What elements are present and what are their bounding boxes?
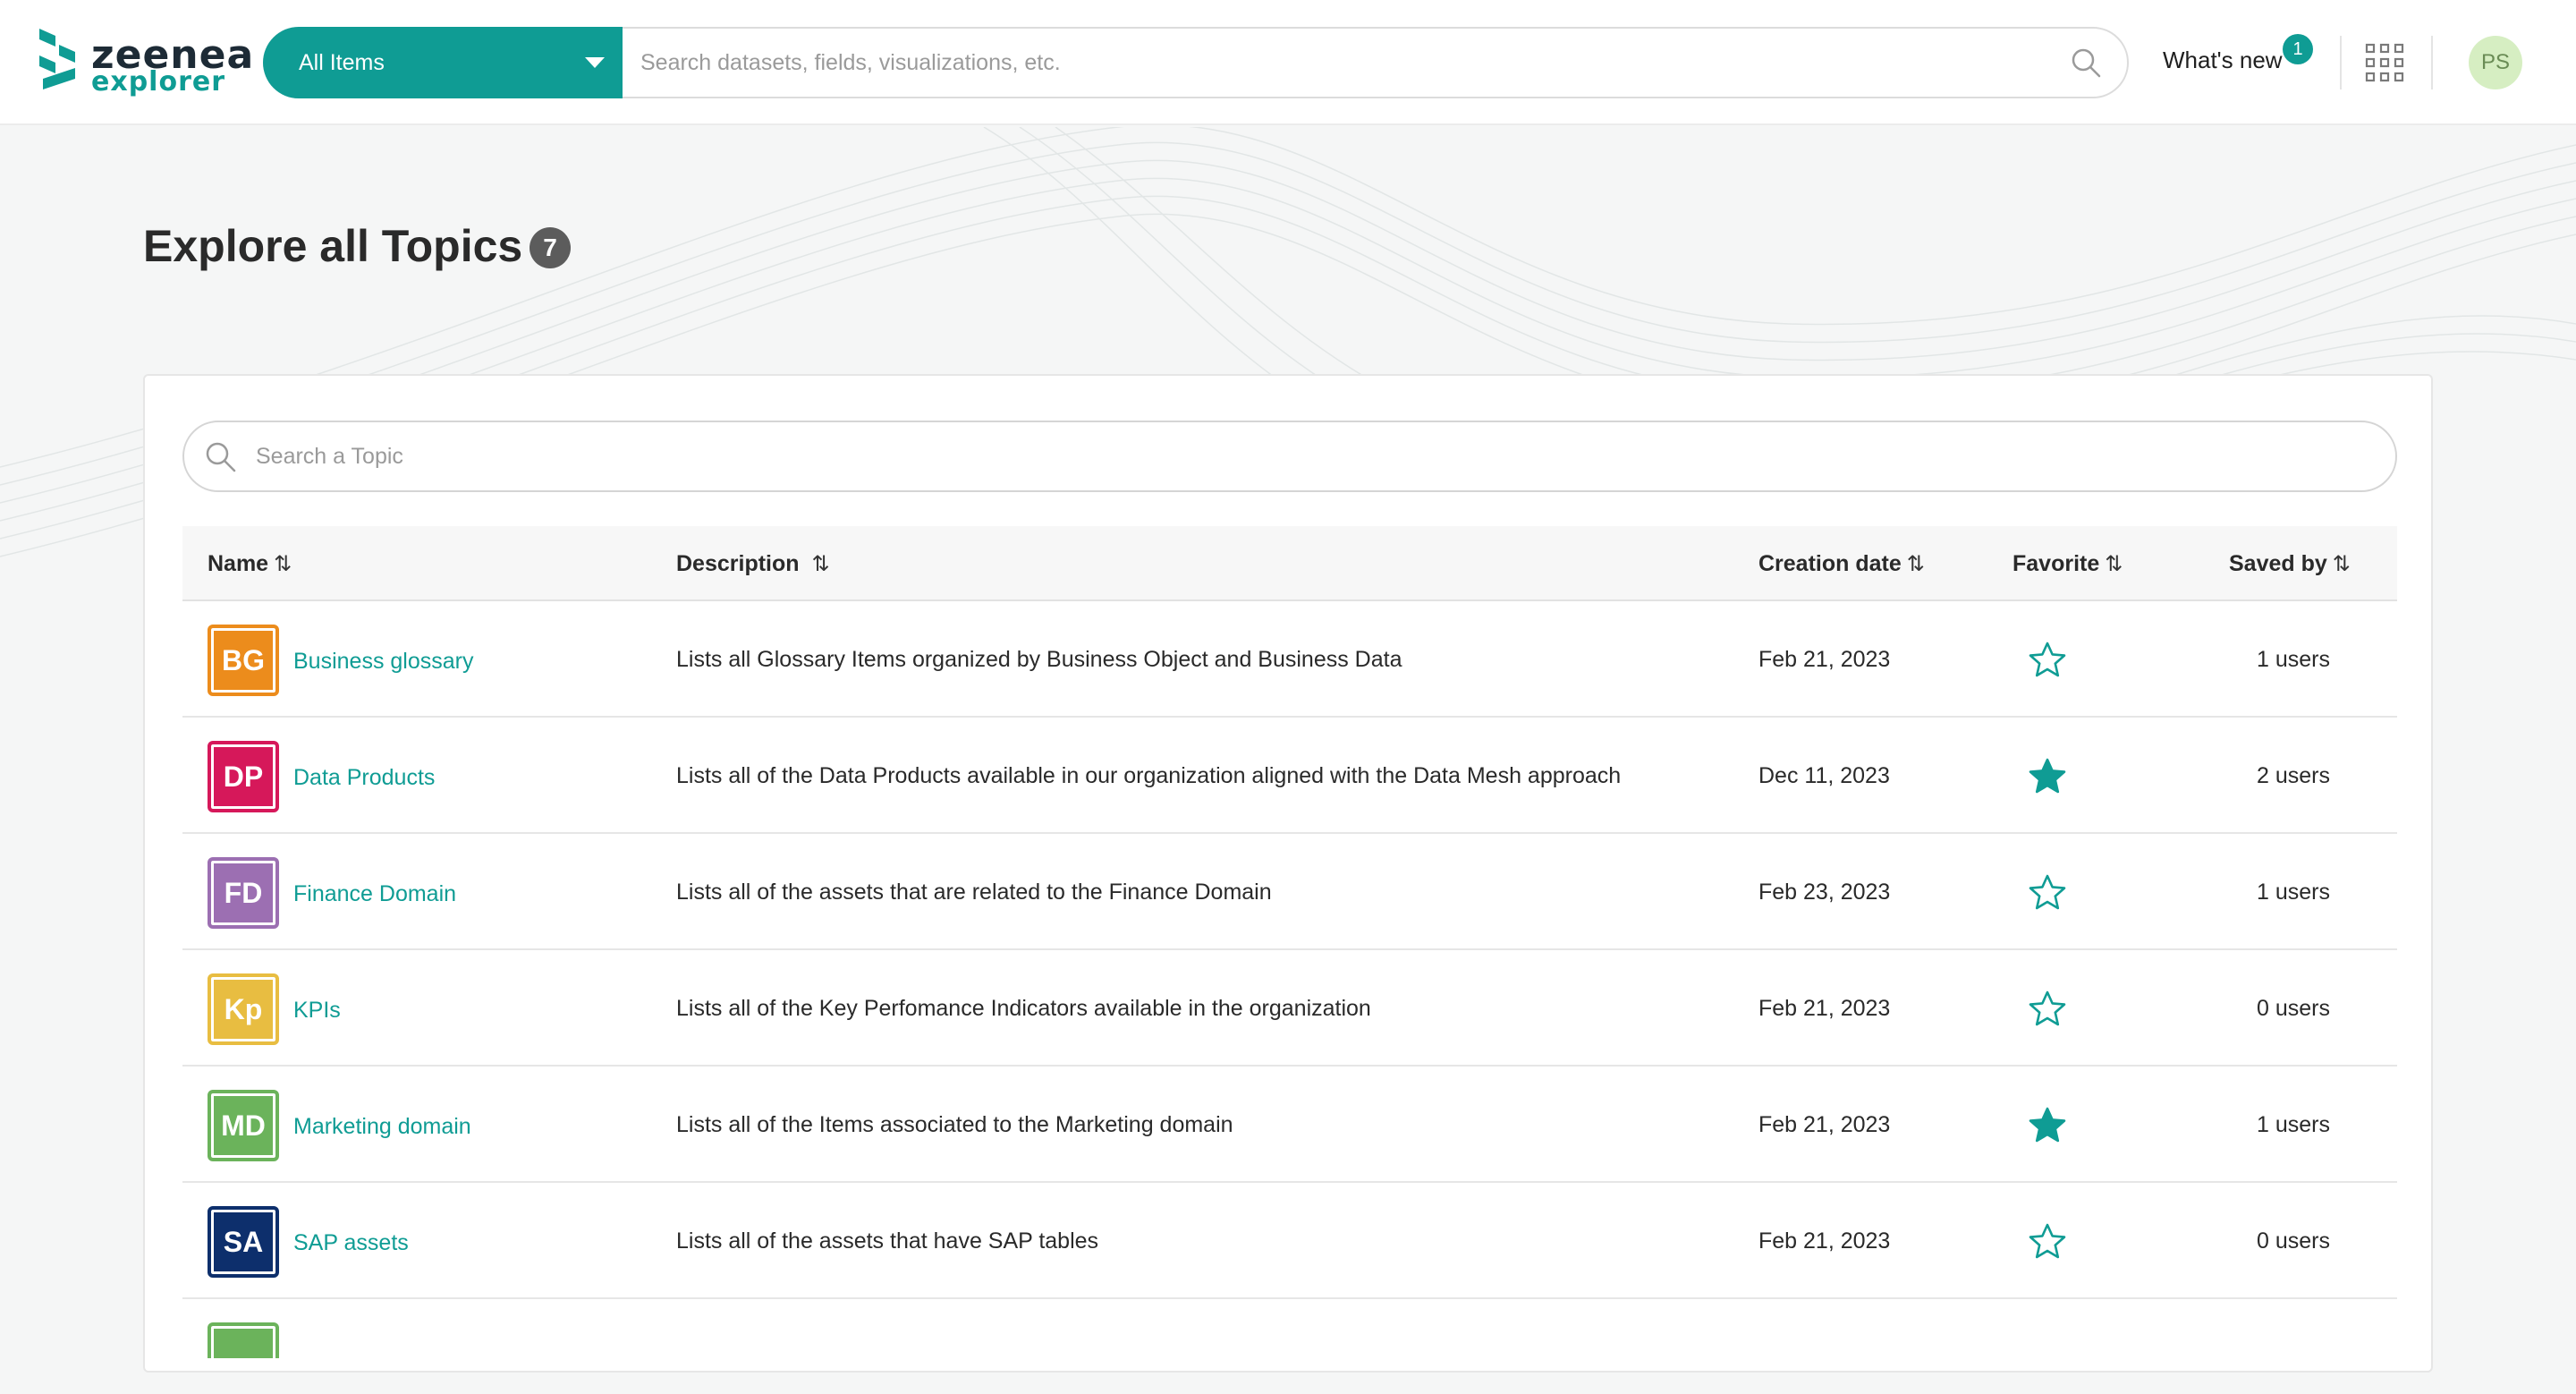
topic-name-link[interactable]: Finance Domain	[293, 834, 456, 950]
zeenea-logo-icon	[39, 29, 75, 89]
search-icon	[206, 442, 236, 472]
global-search-bar: All Items	[263, 27, 2129, 98]
table-row[interactable]: Kp KPIs Lists all of the Key Perfomance …	[182, 950, 2397, 1067]
favorite-star-icon[interactable]	[2029, 642, 2066, 679]
saved-by-count: 0 users	[2257, 1228, 2330, 1254]
topic-name-link[interactable]: Data Products	[293, 718, 435, 834]
favorite-star-icon[interactable]	[2029, 1223, 2066, 1261]
column-label: Name	[208, 551, 269, 576]
topic-description: Lists all of the assets that are related…	[676, 880, 1272, 905]
header-divider	[2340, 36, 2342, 89]
topic-description: Lists all of the Items associated to the…	[676, 1112, 1233, 1137]
sort-icon[interactable]: ⇅	[2105, 552, 2123, 576]
topic-creation-date: Feb 21, 2023	[1758, 996, 1891, 1021]
sort-icon[interactable]: ⇅	[2333, 552, 2351, 576]
zeenea-explorer-logo[interactable]: zeenea explorer	[39, 27, 253, 98]
sort-icon[interactable]: ⇅	[1907, 552, 1925, 576]
column-label: Saved by	[2229, 551, 2327, 576]
topic-initials-tile	[208, 1322, 279, 1358]
topic-description: Lists all of the assets that have SAP ta…	[676, 1228, 1099, 1254]
apps-grid-icon[interactable]	[2365, 43, 2404, 82]
search-icon[interactable]	[2070, 47, 2102, 79]
topic-initials-tile: Kp	[208, 973, 279, 1045]
topic-search-input[interactable]	[256, 422, 2313, 490]
top-bar: zeenea explorer All Items What's new 1 P…	[0, 0, 2576, 125]
table-row[interactable]: SA SAP assets Lists all of the assets th…	[182, 1183, 2397, 1299]
search-scope-label: All Items	[299, 50, 385, 75]
favorite-star-icon[interactable]	[2029, 758, 2066, 795]
topics-panel: Name⇅ Description⇅ Creation date⇅ Favori…	[143, 374, 2433, 1373]
column-label: Description	[676, 551, 800, 576]
topic-description: Lists all of the Data Products available…	[676, 763, 1622, 788]
topic-name-link[interactable]: SAP assets	[293, 1183, 409, 1299]
topics-table-body: BG Business glossary Lists all Glossary …	[182, 601, 2397, 1358]
saved-by-count: 2 users	[2257, 763, 2330, 788]
topic-name-link[interactable]: Marketing domain	[293, 1067, 471, 1183]
whats-new-badge: 1	[2283, 34, 2313, 64]
table-row[interactable]: MD Marketing domain Lists all of the Ite…	[182, 1067, 2397, 1183]
saved-by-count: 0 users	[2257, 996, 2330, 1021]
search-scope-dropdown[interactable]: All Items	[263, 27, 623, 98]
column-label: Creation date	[1758, 551, 1902, 576]
column-header-saved-by[interactable]: Saved by ⇅	[2229, 526, 2351, 601]
page-title: Explore all Topics	[143, 221, 523, 271]
saved-by-count: 1 users	[2257, 880, 2330, 905]
favorite-star-icon[interactable]	[2029, 990, 2066, 1028]
topic-creation-date: Feb 21, 2023	[1758, 1112, 1891, 1137]
column-label: Favorite	[2012, 551, 2100, 576]
column-header-creation-date[interactable]: Creation date ⇅	[1758, 526, 1925, 601]
header-divider	[2431, 36, 2433, 89]
topic-name-link[interactable]: KPIs	[293, 950, 341, 1067]
saved-by-count: 1 users	[2257, 647, 2330, 672]
column-header-name[interactable]: Name ⇅	[208, 526, 292, 601]
favorite-star-icon[interactable]	[2029, 1107, 2066, 1144]
favorite-star-icon[interactable]	[2029, 874, 2066, 912]
topic-creation-date: Feb 21, 2023	[1758, 1228, 1891, 1254]
chevron-down-icon	[585, 57, 605, 68]
topic-initials-tile: DP	[208, 741, 279, 812]
topic-description: Lists all of the Key Perfomance Indicato…	[676, 996, 1371, 1021]
topic-search-bar	[182, 421, 2397, 492]
global-search-input[interactable]	[640, 29, 2036, 97]
topic-initials-tile: SA	[208, 1206, 279, 1278]
saved-by-count: 1 users	[2257, 1112, 2330, 1137]
table-header: Name ⇅ Description ⇅ Creation date ⇅ Favori…	[182, 526, 2397, 601]
topic-initials-tile: BG	[208, 625, 279, 696]
sort-icon[interactable]: ⇅	[812, 552, 830, 576]
topic-creation-date: Feb 21, 2023	[1758, 647, 1891, 672]
user-avatar[interactable]: PS	[2469, 36, 2522, 89]
column-header-favorite[interactable]: Favorite ⇅	[2012, 526, 2123, 601]
table-row[interactable]: BG Business glossary Lists all Glossary …	[182, 601, 2397, 718]
topic-initials-tile: MD	[208, 1090, 279, 1161]
topic-description: Lists all Glossary Items organized by Bu…	[676, 647, 1402, 672]
sort-icon[interactable]: ⇅	[274, 552, 292, 576]
table-row[interactable]	[182, 1299, 2397, 1358]
topic-creation-date: Dec 11, 2023	[1758, 763, 1890, 788]
topic-count-badge: 7	[530, 227, 571, 268]
topic-initials-tile: FD	[208, 857, 279, 929]
whats-new-link[interactable]: What's new	[2163, 47, 2283, 74]
column-header-description[interactable]: Description ⇅	[676, 526, 830, 601]
topic-creation-date: Feb 23, 2023	[1758, 880, 1891, 905]
table-row[interactable]: DP Data Products Lists all of the Data P…	[182, 718, 2397, 834]
topic-name-link[interactable]: Business glossary	[293, 601, 473, 718]
table-row[interactable]: FD Finance Domain Lists all of the asset…	[182, 834, 2397, 950]
logo-subtitle: explorer	[91, 66, 226, 98]
